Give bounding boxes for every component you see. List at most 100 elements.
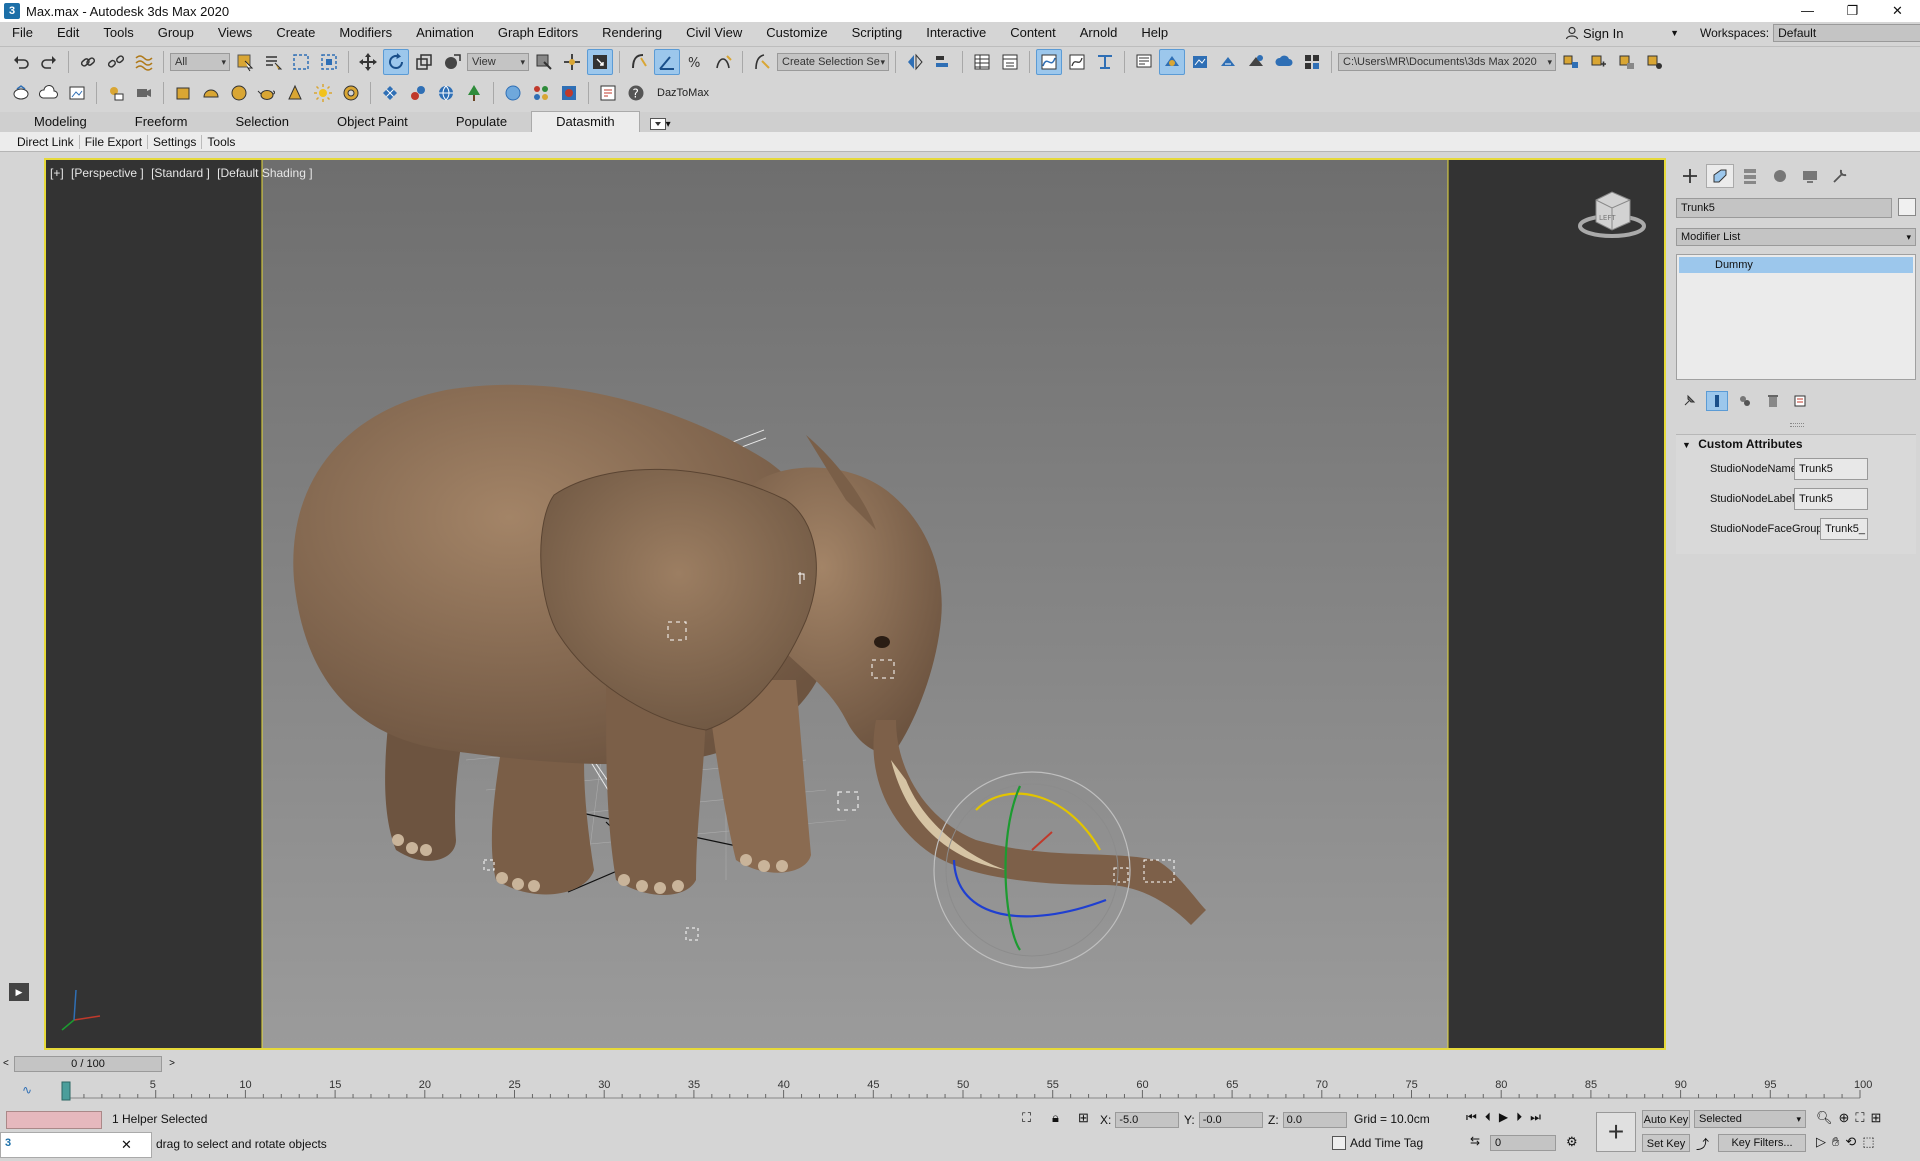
modify-tab[interactable]	[1706, 164, 1734, 188]
sky-sphere-icon[interactable]	[500, 80, 526, 106]
material-editor-icon[interactable]	[1092, 49, 1118, 75]
torus-icon[interactable]	[338, 80, 364, 106]
menu-civil-view[interactable]: Civil View	[674, 22, 754, 44]
schematic-view-icon[interactable]	[1064, 49, 1090, 75]
current-frame-marker[interactable]	[61, 1081, 71, 1101]
menu-customize[interactable]: Customize	[754, 22, 839, 44]
previous-frame-icon[interactable]: ⏴	[1485, 1110, 1491, 1125]
object-name-field[interactable]: Trunk5	[1676, 198, 1892, 218]
cloud-shape-icon[interactable]	[36, 80, 62, 106]
link-icon[interactable]	[75, 49, 101, 75]
material-grid-icon[interactable]	[528, 80, 554, 106]
select-by-name-icon[interactable]	[260, 49, 286, 75]
modifier-list-select[interactable]: Modifier List	[1676, 228, 1916, 246]
maxscript-listener-mini[interactable]: 3 ✕	[0, 1132, 152, 1158]
open-mini-curve-editor-icon[interactable]: ∿	[22, 1083, 32, 1097]
camera-icon[interactable]	[131, 80, 157, 106]
cone-icon[interactable]	[282, 80, 308, 106]
script-editor-icon[interactable]	[595, 80, 621, 106]
z-field[interactable]: 0.0	[1282, 1112, 1347, 1128]
sun-light-icon[interactable]	[310, 80, 336, 106]
edit-named-selection-icon[interactable]	[749, 49, 775, 75]
show-end-result-icon[interactable]	[1706, 391, 1728, 411]
play-animation-icon[interactable]: ▶	[1499, 1110, 1508, 1125]
menu-graph-editors[interactable]: Graph Editors	[486, 22, 590, 44]
y-field[interactable]: -0.0	[1198, 1112, 1263, 1128]
tab-datasmith[interactable]: Datasmith	[531, 111, 640, 132]
key-tangent-icon[interactable]: ⤴	[1696, 1134, 1709, 1153]
subtab-direct-link[interactable]: Direct Link	[12, 134, 80, 149]
rotate-icon[interactable]	[383, 48, 409, 75]
world-material-icon[interactable]	[433, 80, 459, 106]
rendered-frame-window-icon[interactable]	[1159, 48, 1185, 75]
render-production-icon[interactable]	[1187, 49, 1213, 75]
close-icon[interactable]: ✕	[121, 1137, 132, 1153]
move-icon[interactable]	[355, 49, 381, 75]
spinner-snap-icon[interactable]	[710, 49, 736, 75]
menu-group[interactable]: Group	[146, 22, 206, 44]
project-settings-icon[interactable]	[1642, 49, 1668, 75]
create-project-icon[interactable]	[1586, 49, 1612, 75]
viewport-shading[interactable]: [Default Shading ]	[217, 166, 312, 180]
tree-icon[interactable]	[461, 80, 487, 106]
go-to-start-icon[interactable]: ⏮	[1466, 1110, 1477, 1125]
a360-gallery-icon[interactable]	[1299, 49, 1325, 75]
pan-view-icon[interactable]: ✋︎	[1832, 1134, 1839, 1150]
tab-freeform[interactable]: Freeform	[111, 112, 212, 132]
key-mode-toggle-icon[interactable]: ⇆	[1470, 1134, 1480, 1148]
next-frame-icon[interactable]: ⏵	[1516, 1110, 1522, 1125]
named-selection-set-select[interactable]: Create Selection Se	[777, 52, 889, 71]
viewport-point-of-view[interactable]: [Perspective ]	[71, 166, 144, 180]
attr-value-field[interactable]: Trunk5	[1794, 488, 1868, 510]
selection-lock-icon[interactable]: 🔒︎	[1052, 1110, 1059, 1126]
object-color-swatch[interactable]	[1898, 198, 1916, 216]
add-time-tag-button[interactable]: Add Time Tag	[1332, 1136, 1423, 1150]
time-configuration-icon[interactable]: ⚙	[1566, 1134, 1578, 1150]
menu-animation[interactable]: Animation	[404, 22, 486, 44]
viewport-scene[interactable]: LEFT	[46, 160, 1664, 1048]
viewport-label[interactable]: [+] [Perspective ] [Standard ] [Default …	[50, 166, 317, 180]
minimize-button[interactable]: —	[1785, 0, 1830, 22]
set-keys-button[interactable]: +	[1596, 1112, 1636, 1152]
align-icon[interactable]	[930, 49, 956, 75]
isolate-selection-icon[interactable]: ⛶	[1022, 1110, 1031, 1126]
menu-edit[interactable]: Edit	[45, 22, 91, 44]
sphere-icon[interactable]	[226, 80, 252, 106]
zoom-all-icon[interactable]: ⊕	[1839, 1110, 1850, 1126]
render-cloud-icon[interactable]	[1243, 49, 1269, 75]
project-structure-icon[interactable]	[1614, 49, 1640, 75]
menu-content[interactable]: Content	[998, 22, 1068, 44]
viewport-menu-plus[interactable]: [+]	[50, 166, 64, 180]
panel-resize-grip[interactable]	[1790, 423, 1804, 427]
track-bar-ruler[interactable]: 5 10 15 20 25 30 35 40 45 50 55 60 65 70 75 80 85 90 95 100…	[0, 1076, 1920, 1102]
box-icon[interactable]	[170, 80, 196, 106]
stack-item-dummy[interactable]: Dummy	[1679, 257, 1913, 273]
play-icon[interactable]: ▶	[9, 983, 29, 1001]
angle-snap-icon[interactable]	[654, 48, 680, 75]
menu-interactive[interactable]: Interactive	[914, 22, 998, 44]
x-field[interactable]: -5.0	[1115, 1112, 1180, 1128]
tab-populate[interactable]: Populate	[432, 112, 531, 132]
create-shape-icon[interactable]	[8, 80, 34, 106]
field-of-view-icon[interactable]: ▷	[1816, 1134, 1826, 1150]
tab-selection[interactable]: Selection	[212, 112, 313, 132]
ribbon-options-dropdown[interactable]: ▾	[649, 116, 680, 132]
viewport-standard[interactable]: [Standard ]	[151, 166, 210, 180]
prev-frame-arrow-icon[interactable]: <	[3, 1057, 9, 1071]
hemisphere-icon[interactable]	[198, 80, 224, 106]
display-tab[interactable]	[1796, 164, 1824, 188]
selection-filter-select[interactable]: All	[170, 52, 230, 71]
percent-snap-icon[interactable]: %	[682, 49, 708, 75]
menu-arnold[interactable]: Arnold	[1068, 22, 1130, 44]
tab-object-paint[interactable]: Object Paint	[313, 112, 432, 132]
subtab-settings[interactable]: Settings	[148, 134, 203, 149]
set-key-button[interactable]: Set Key	[1642, 1134, 1690, 1152]
motion-tab[interactable]	[1766, 164, 1794, 188]
time-slider[interactable]: < 0 / 100 >	[3, 1056, 175, 1072]
snaps-toggle-icon[interactable]	[626, 49, 652, 75]
reference-coordinate-select[interactable]: View	[467, 52, 529, 71]
window-crossing-icon[interactable]	[316, 49, 342, 75]
close-button[interactable]: ✕	[1875, 0, 1920, 22]
make-unique-icon[interactable]	[1734, 391, 1756, 411]
subtab-tools[interactable]: Tools	[202, 135, 240, 149]
